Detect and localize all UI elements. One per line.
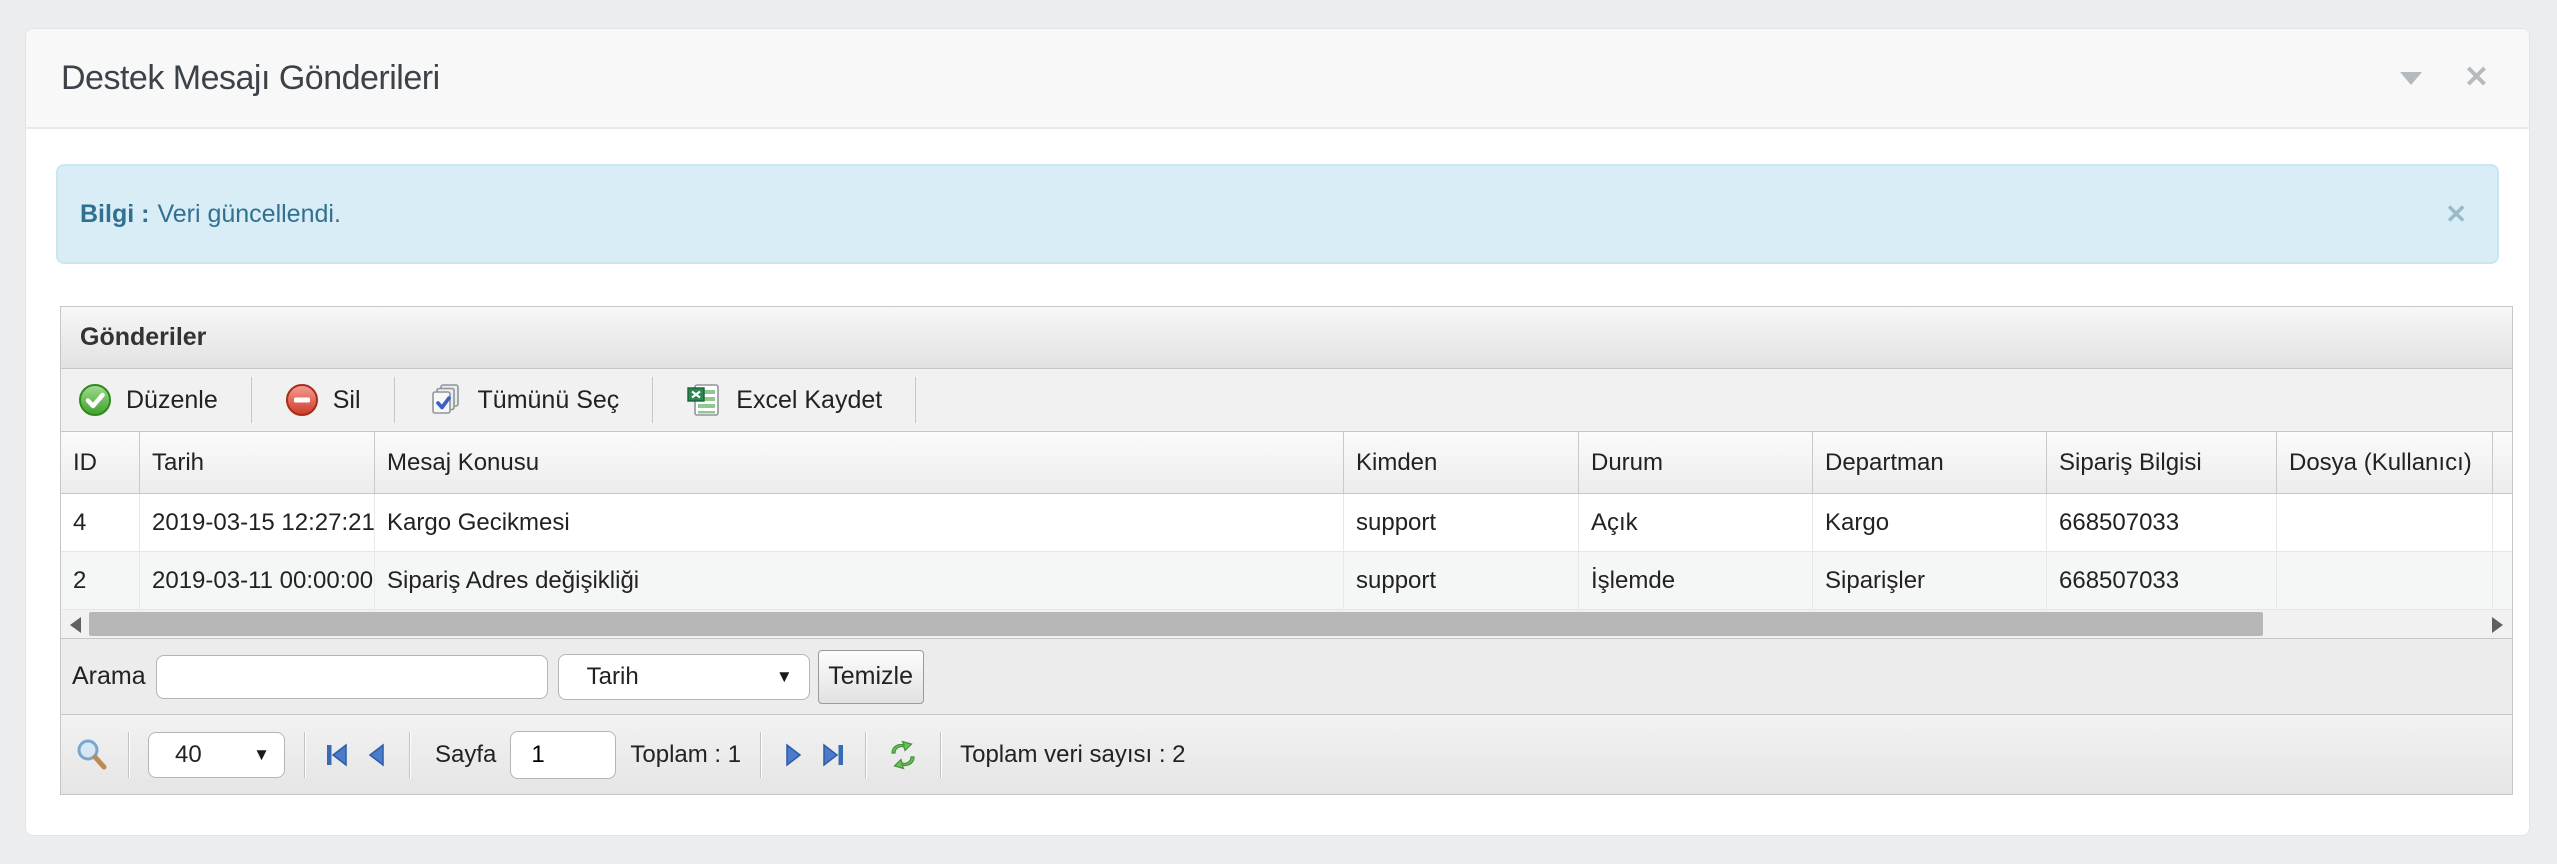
excel-export-button-label: Excel Kaydet xyxy=(736,386,882,415)
pager-divider xyxy=(128,732,129,778)
search-field-select[interactable]: Tarih ▼ xyxy=(558,654,810,700)
cell-durum: Açık xyxy=(1579,494,1813,551)
page-size-selected: 40 xyxy=(175,741,202,769)
cell-id: 4 xyxy=(61,494,140,551)
record-count-label: Toplam veri sayısı : 2 xyxy=(960,741,1185,769)
column-header-id[interactable]: ID xyxy=(61,432,140,493)
toolbar-divider xyxy=(394,377,395,423)
info-alert: Bilgi : Veri güncellendi. ✕ xyxy=(56,164,2499,264)
column-header-departman[interactable]: Departman xyxy=(1813,432,2047,493)
delete-button[interactable]: Sil xyxy=(281,383,365,417)
pager-divider xyxy=(865,732,866,778)
cell-dosya xyxy=(2277,552,2493,609)
table-row[interactable]: 2 2019-03-11 00:00:00 Sipariş Adres deği… xyxy=(61,552,2512,610)
support-messages-panel: Destek Mesajı Gönderileri ✕ Bilgi : Veri… xyxy=(25,28,2530,836)
column-header-durum[interactable]: Durum xyxy=(1579,432,1813,493)
alert-title: Bilgi : xyxy=(80,200,149,229)
dropdown-arrow-icon: ▼ xyxy=(253,745,270,765)
table-row[interactable]: 4 2019-03-15 12:27:21 Kargo Gecikmesi su… xyxy=(61,494,2512,552)
pager-divider xyxy=(940,732,941,778)
select-all-button[interactable]: Tümünü Seç xyxy=(424,382,624,418)
excel-icon xyxy=(686,382,722,418)
cell-tarih: 2019-03-11 00:00:00 xyxy=(140,552,375,609)
edit-button[interactable]: Düzenle xyxy=(74,383,222,417)
cell-mesaj-konusu: Sipariş Adres değişikliği xyxy=(375,552,1344,609)
clear-button[interactable]: Temizle xyxy=(818,650,924,704)
row-spacer xyxy=(2493,552,2512,609)
panel-tools: ✕ xyxy=(2400,63,2489,93)
column-header-dosya[interactable]: Dosya (Kullanıcı) xyxy=(2277,432,2493,493)
refresh-icon[interactable] xyxy=(885,737,921,773)
pager-divider xyxy=(304,732,305,778)
toolbar-divider xyxy=(915,377,916,423)
last-page-button[interactable] xyxy=(820,742,846,768)
toolbar-divider xyxy=(652,377,653,423)
dropdown-arrow-icon: ▼ xyxy=(776,667,793,687)
header-spacer xyxy=(2493,432,2512,493)
cell-tarih: 2019-03-15 12:27:21 xyxy=(140,494,375,551)
panel-header: Destek Mesajı Gönderileri ✕ xyxy=(26,29,2529,129)
cell-dosya xyxy=(2277,494,2493,551)
pager-bar: 40 ▼ Sayfa Toplam : 1 xyxy=(61,715,2512,794)
column-header-mesaj-konusu[interactable]: Mesaj Konusu xyxy=(375,432,1344,493)
cell-durum: İşlemde xyxy=(1579,552,1813,609)
previous-page-button[interactable] xyxy=(364,742,390,768)
select-all-button-label: Tümünü Seç xyxy=(478,386,620,415)
page-size-select[interactable]: 40 ▼ xyxy=(148,732,285,778)
pager-divider xyxy=(409,732,410,778)
cell-departman: Siparişler xyxy=(1813,552,2047,609)
scroll-right-arrow-icon[interactable] xyxy=(2492,617,2503,633)
column-header-kimden[interactable]: Kimden xyxy=(1344,432,1579,493)
scroll-left-arrow-icon[interactable] xyxy=(70,617,81,633)
alert-message: Veri güncellendi. xyxy=(157,200,340,229)
column-header-siparis-bilgisi[interactable]: Sipariş Bilgisi xyxy=(2047,432,2277,493)
search-toolbar: Arama Tarih ▼ Temizle xyxy=(61,639,2512,715)
delete-icon xyxy=(285,383,319,417)
pager-divider xyxy=(760,732,761,778)
page-title: Destek Mesajı Gönderileri xyxy=(61,59,440,98)
excel-export-button[interactable]: Excel Kaydet xyxy=(682,382,886,418)
table-header-row: ID Tarih Mesaj Konusu Kimden Durum Depar… xyxy=(61,432,2512,494)
first-page-button[interactable] xyxy=(324,742,350,768)
toolbar-divider xyxy=(251,377,252,423)
cell-mesaj-konusu: Kargo Gecikmesi xyxy=(375,494,1344,551)
search-magnifier-icon[interactable] xyxy=(75,738,109,772)
scrollbar-thumb[interactable] xyxy=(89,612,2263,636)
horizontal-scrollbar[interactable] xyxy=(61,610,2512,639)
row-spacer xyxy=(2493,494,2512,551)
edit-accept-icon xyxy=(78,383,112,417)
select-all-icon xyxy=(428,382,464,418)
collapse-chevron-down-icon[interactable] xyxy=(2400,72,2422,85)
cell-kimden: support xyxy=(1344,552,1579,609)
cell-kimden: support xyxy=(1344,494,1579,551)
grid-caption: Gönderiler xyxy=(61,307,2512,369)
page-number-input[interactable] xyxy=(510,731,616,779)
search-field-selected: Tarih xyxy=(587,663,639,691)
column-header-tarih[interactable]: Tarih xyxy=(140,432,375,493)
cell-id: 2 xyxy=(61,552,140,609)
alert-close-icon[interactable]: ✕ xyxy=(2445,199,2467,230)
total-pages-label: Toplam : 1 xyxy=(630,741,741,769)
submissions-grid: Gönderiler Düzenle xyxy=(60,306,2513,795)
search-input[interactable] xyxy=(156,655,548,699)
cell-siparis-bilgisi: 668507033 xyxy=(2047,494,2277,551)
edit-button-label: Düzenle xyxy=(126,386,218,415)
panel-close-icon[interactable]: ✕ xyxy=(2464,63,2489,93)
page-label: Sayfa xyxy=(435,741,496,769)
cell-siparis-bilgisi: 668507033 xyxy=(2047,552,2277,609)
cell-departman: Kargo xyxy=(1813,494,2047,551)
grid-toolbar: Düzenle Sil xyxy=(61,369,2512,432)
next-page-button[interactable] xyxy=(780,742,806,768)
delete-button-label: Sil xyxy=(333,386,361,415)
search-label: Arama xyxy=(72,662,146,691)
